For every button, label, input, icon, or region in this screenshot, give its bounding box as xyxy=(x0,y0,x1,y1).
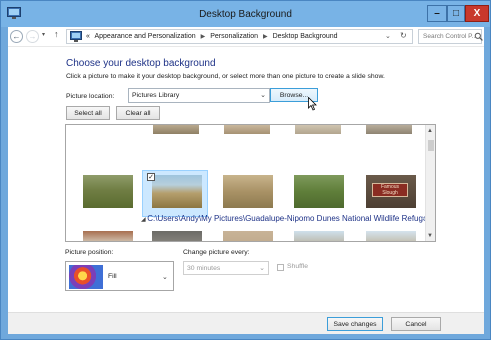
search-input[interactable]: Search Control P... xyxy=(418,29,483,44)
change-interval-value: 30 minutes xyxy=(187,265,221,272)
picture-thumbnail[interactable] xyxy=(224,125,270,134)
picture-thumbnail-selected[interactable] xyxy=(152,175,202,208)
navigation-bar: ← → ▾ ↑ « Appearance and Personalization… xyxy=(8,27,484,47)
mouse-cursor-icon xyxy=(308,97,317,111)
window-title: Desktop Background xyxy=(199,9,292,20)
select-all-button[interactable]: Select all xyxy=(66,106,110,120)
save-changes-button[interactable]: Save changes xyxy=(327,317,383,331)
search-icon[interactable] xyxy=(474,32,483,41)
forward-button[interactable]: → xyxy=(26,30,39,43)
picture-position-label: Picture position: xyxy=(65,249,114,256)
breadcrumb-desktop-background[interactable]: Desktop Background xyxy=(273,33,338,40)
refresh-icon[interactable]: ↻ xyxy=(400,31,407,40)
up-button[interactable]: ↑ xyxy=(54,29,59,39)
control-panel-icon xyxy=(70,31,82,42)
minimize-button[interactable]: – xyxy=(427,5,447,22)
clear-all-button[interactable]: Clear all xyxy=(116,106,160,120)
change-interval-select[interactable]: 30 minutes ⌄ xyxy=(183,261,269,275)
desktop-background-window: Desktop Background – □ X ← → ▾ ↑ « Appea… xyxy=(0,0,491,340)
client-area: ← → ▾ ↑ « Appearance and Personalization… xyxy=(8,27,484,334)
fill-preview-image xyxy=(69,265,103,289)
page-title: Choose your desktop background xyxy=(66,58,216,69)
picture-thumbnail[interactable] xyxy=(294,175,344,208)
picture-location-label: Picture location: xyxy=(66,93,115,100)
picture-position-value: Fill xyxy=(108,273,117,280)
shuffle-checkbox[interactable] xyxy=(277,264,284,271)
gallery-scrollbar[interactable]: ▲ ▼ xyxy=(425,125,435,241)
checkbox-checked-icon[interactable]: ✓ xyxy=(147,173,155,181)
dialog-footer: Save changes Cancel xyxy=(8,312,484,334)
shuffle-label: Shuffle xyxy=(287,263,309,270)
title-bar[interactable]: Desktop Background – □ X xyxy=(1,1,490,27)
famous-slough-sign: Famous Slough xyxy=(372,183,408,197)
scroll-down-icon[interactable]: ▼ xyxy=(427,233,433,239)
recent-locations-dropdown-icon[interactable]: ▾ xyxy=(42,31,45,38)
cancel-button[interactable]: Cancel xyxy=(391,317,441,331)
picture-thumbnail[interactable] xyxy=(295,125,341,134)
picture-position-select[interactable]: Fill ⌄ xyxy=(65,261,174,291)
group-header-label: C:\Users\Andy\My Pictures\Guadalupe-Nipo… xyxy=(147,214,436,223)
maximize-button[interactable]: □ xyxy=(447,5,465,22)
group-header[interactable]: ◢ C:\Users\Andy\My Pictures\Guadalupe-Ni… xyxy=(141,214,436,223)
picture-thumbnail[interactable] xyxy=(223,231,273,241)
chevron-down-icon: ⌄ xyxy=(260,92,266,99)
chevron-down-icon: ⌄ xyxy=(259,265,265,272)
breadcrumb-personalization[interactable]: Personalization xyxy=(210,33,258,40)
change-picture-label: Change picture every: xyxy=(183,249,250,256)
picture-thumbnail[interactable] xyxy=(223,175,273,208)
breadcrumb: « Appearance and Personalization ▶ Perso… xyxy=(86,33,341,40)
breadcrumb-separator-icon[interactable]: ▶ xyxy=(263,34,268,40)
picture-location-value: Pictures Library xyxy=(132,92,180,99)
picture-thumbnail[interactable] xyxy=(366,125,412,134)
scroll-thumb[interactable] xyxy=(428,140,434,151)
close-button[interactable]: X xyxy=(465,5,489,22)
picture-thumbnail[interactable] xyxy=(83,175,133,208)
picture-location-select[interactable]: Pictures Library ⌄ xyxy=(128,88,270,103)
back-button[interactable]: ← xyxy=(10,30,23,43)
breadcrumb-overflow[interactable]: « xyxy=(86,33,90,40)
picture-thumbnail[interactable] xyxy=(152,231,202,241)
picture-gallery[interactable]: ✓ Famous Slough ◢ C:\Users\Andy\My Pictu… xyxy=(65,124,436,242)
picture-thumbnail[interactable]: Famous Slough xyxy=(366,175,416,208)
picture-thumbnail[interactable] xyxy=(366,231,416,241)
breadcrumb-separator-icon[interactable]: ▶ xyxy=(201,34,206,40)
chevron-down-icon: ⌄ xyxy=(162,274,168,281)
page-description: Click a picture to make it your desktop … xyxy=(66,73,385,80)
breadcrumb-appearance[interactable]: Appearance and Personalization xyxy=(94,33,195,40)
scroll-up-icon[interactable]: ▲ xyxy=(427,128,433,134)
address-bar[interactable]: « Appearance and Personalization ▶ Perso… xyxy=(66,29,413,44)
picture-thumbnail[interactable] xyxy=(294,231,344,241)
search-placeholder: Search Control P... xyxy=(423,33,478,40)
address-dropdown-icon[interactable]: ⌄ xyxy=(385,32,391,40)
picture-thumbnail[interactable] xyxy=(83,231,133,241)
picture-thumbnail[interactable] xyxy=(153,125,199,134)
